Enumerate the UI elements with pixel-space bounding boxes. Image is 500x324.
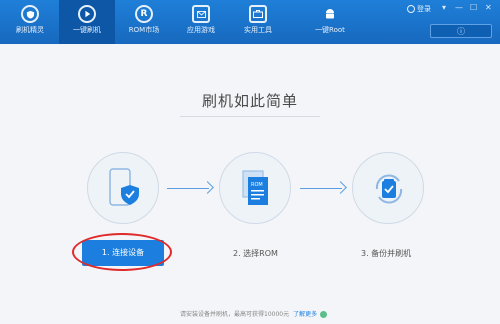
tab-label: 刷机精灵: [16, 26, 44, 34]
step3-circle: [352, 152, 424, 224]
headline-area: 刷机如此简单: [170, 90, 330, 111]
tab-one-click-root[interactable]: 一键Root: [300, 0, 360, 44]
step1-circle: [87, 152, 159, 224]
step2-label: 2. 选择ROM: [233, 249, 278, 258]
phone-shield-icon: [109, 168, 139, 206]
login-link[interactable]: 登录: [407, 4, 431, 14]
toolbox-icon: [249, 5, 267, 23]
svg-text:ROM: ROM: [251, 182, 263, 188]
close-button[interactable]: ✕: [485, 3, 492, 12]
tab-label: 一键刷机: [73, 26, 101, 34]
rom-file-icon: ROM: [242, 170, 268, 205]
info-icon: ⓘ: [457, 27, 465, 36]
tab-label: ROM市场: [128, 26, 160, 34]
tab-rom-market[interactable]: R ROM市场: [116, 0, 172, 44]
footer-text: 请安装设备并刷机，最高可获得10000元: [180, 311, 290, 318]
tab-label: 实用工具: [244, 26, 272, 34]
shield-icon: [21, 5, 39, 23]
tab-one-click-flash[interactable]: 一键刷机: [59, 0, 115, 44]
step2-circle: ROM: [219, 152, 291, 224]
title-underline: [180, 116, 320, 117]
search-button[interactable]: ⓘ: [430, 24, 492, 38]
maximize-button[interactable]: ☐: [470, 3, 477, 12]
user-icon: [407, 5, 415, 13]
step3-label: 3. 备份并刷机: [361, 249, 412, 258]
learn-more-link[interactable]: 了解更多: [293, 311, 317, 318]
help-icon[interactable]: [320, 311, 328, 318]
play-icon: [78, 5, 96, 23]
page-title: 刷机如此简单: [201, 92, 298, 110]
footer-note: 请安装设备并刷机，最高可获得10000元 了解更多: [180, 309, 328, 318]
arrowhead-1-2: [201, 181, 214, 194]
backup-refresh-icon: [375, 174, 403, 204]
tab-shuaji-jingling[interactable]: 刷机精灵: [2, 0, 58, 44]
top-nav-bar: 刷机精灵 一键刷机 R ROM市场 应用游戏 实用工具 一键Root 登录 ▾ …: [0, 0, 500, 44]
menu-dropdown-button[interactable]: ▾: [442, 3, 446, 12]
arrowhead-2-3: [334, 181, 347, 194]
login-label: 登录: [417, 5, 431, 13]
minimize-button[interactable]: —: [455, 3, 463, 12]
tab-apps-games[interactable]: 应用游戏: [173, 0, 229, 44]
mail-icon: [192, 5, 210, 23]
r-icon: R: [135, 5, 153, 23]
highlight-annotation-ring: [72, 233, 172, 271]
tab-label: 应用游戏: [187, 26, 215, 34]
tab-label: 一键Root: [315, 26, 345, 34]
tab-utilities[interactable]: 实用工具: [230, 0, 286, 44]
android-icon: [321, 5, 339, 23]
